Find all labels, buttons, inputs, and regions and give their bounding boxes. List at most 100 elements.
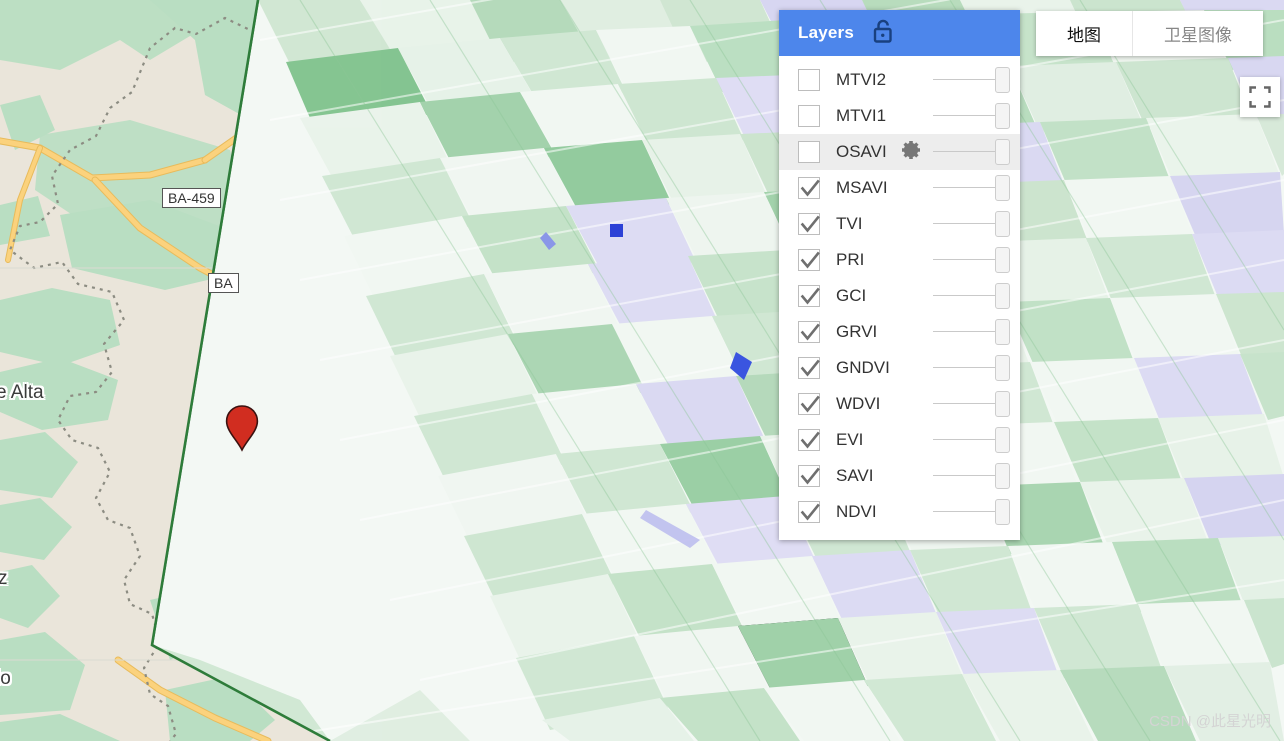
layer-row-tvi[interactable]: TVI — [779, 206, 1020, 242]
slider-thumb[interactable] — [995, 103, 1010, 129]
layer-checkbox-tvi[interactable] — [798, 213, 820, 235]
layers-panel-header: Layers — [779, 10, 1020, 56]
place-label-lo: lo — [0, 668, 11, 689]
slider-thumb[interactable] — [995, 319, 1010, 345]
layer-row-grvi[interactable]: GRVI — [779, 314, 1020, 350]
road-shield-ba459: BA-459 — [162, 188, 221, 208]
layer-checkbox-msavi[interactable] — [798, 177, 820, 199]
layer-opacity-slider-tvi[interactable] — [933, 211, 1010, 237]
road-shield-ba: BA — [208, 273, 239, 293]
layer-row-mtvi2[interactable]: MTVI2 — [779, 62, 1020, 98]
layer-row-pri[interactable]: PRI — [779, 242, 1020, 278]
layer-row-evi[interactable]: EVI — [779, 422, 1020, 458]
layer-label: MTVI1 — [836, 106, 887, 125]
satellite-raster-overlay — [152, 0, 1284, 741]
slider-track — [933, 331, 995, 332]
map-vector-layer — [0, 0, 1284, 741]
layer-label: MTVI2 — [836, 70, 887, 89]
slider-track — [933, 115, 995, 116]
layer-row-msavi[interactable]: MSAVI — [779, 170, 1020, 206]
layer-opacity-slider-osavi[interactable] — [933, 139, 1010, 165]
unlock-icon[interactable] — [872, 18, 896, 49]
layer-checkbox-mtvi1[interactable] — [798, 105, 820, 127]
layer-label: NDVI — [836, 502, 877, 521]
layer-row-gndvi[interactable]: GNDVI — [779, 350, 1020, 386]
layer-checkbox-evi[interactable] — [798, 429, 820, 451]
slider-track — [933, 295, 995, 296]
slider-track — [933, 367, 995, 368]
slider-track — [933, 475, 995, 476]
map-type-map-button[interactable]: 地图 — [1036, 11, 1132, 56]
layer-row-mtvi1[interactable]: MTVI1 — [779, 98, 1020, 134]
slider-thumb[interactable] — [995, 499, 1010, 525]
layer-checkbox-gndvi[interactable] — [798, 357, 820, 379]
slider-track — [933, 187, 995, 188]
layer-opacity-slider-evi[interactable] — [933, 427, 1010, 453]
slider-thumb[interactable] — [995, 355, 1010, 381]
app-root: BA-459 BA e Alta z lo Layers MTV — [0, 0, 1284, 741]
watermark: CSDN @此星光明 — [1149, 713, 1271, 730]
layer-opacity-slider-gci[interactable] — [933, 283, 1010, 309]
layer-label: PRI — [836, 250, 865, 269]
map-canvas[interactable]: BA-459 BA e Alta z lo — [0, 0, 1284, 741]
layer-label: WDVI — [836, 394, 881, 413]
layer-opacity-slider-mtvi1[interactable] — [933, 103, 1010, 129]
layer-checkbox-wdvi[interactable] — [798, 393, 820, 415]
layer-label: MSAVI — [836, 178, 888, 197]
layer-label: EVI — [836, 430, 864, 449]
layer-label: GRVI — [836, 322, 878, 341]
slider-thumb[interactable] — [995, 247, 1010, 273]
slider-thumb[interactable] — [995, 463, 1010, 489]
panel-title: Layers — [798, 23, 855, 42]
gear-icon[interactable] — [899, 138, 923, 167]
slider-track — [933, 511, 995, 512]
layer-checkbox-pri[interactable] — [798, 249, 820, 271]
layer-row-osavi[interactable]: OSAVI — [779, 134, 1020, 170]
place-label-z: z — [0, 568, 8, 589]
slider-thumb[interactable] — [995, 283, 1010, 309]
slider-thumb[interactable] — [995, 391, 1010, 417]
layer-opacity-slider-grvi[interactable] — [933, 319, 1010, 345]
layer-row-ndvi[interactable]: NDVI — [779, 494, 1020, 530]
slider-thumb[interactable] — [995, 139, 1010, 165]
layer-opacity-slider-wdvi[interactable] — [933, 391, 1010, 417]
layer-label: OSAVI — [836, 142, 887, 161]
layer-label: TVI — [836, 214, 863, 233]
layer-checkbox-savi[interactable] — [798, 465, 820, 487]
slider-track — [933, 439, 995, 440]
layer-label: GNDVI — [836, 358, 890, 377]
slider-track — [933, 223, 995, 224]
place-label-alta: e Alta — [0, 382, 44, 403]
slider-track — [933, 259, 995, 260]
fullscreen-expand-icon — [1249, 86, 1271, 108]
location-marker-icon[interactable] — [225, 404, 259, 452]
layer-row-gci[interactable]: GCI — [779, 278, 1020, 314]
slider-thumb[interactable] — [995, 211, 1010, 237]
slider-thumb[interactable] — [995, 175, 1010, 201]
slider-thumb[interactable] — [995, 427, 1010, 453]
layers-panel: Layers MTVI2 MTVI1 OSAVI MSAVI TVI PRI GCI GRVI… — [779, 10, 1020, 540]
layer-checkbox-ndvi[interactable] — [798, 501, 820, 523]
layer-opacity-slider-gndvi[interactable] — [933, 355, 1010, 381]
layer-row-savi[interactable]: SAVI — [779, 458, 1020, 494]
fullscreen-button[interactable] — [1240, 77, 1280, 117]
layer-label: GCI — [836, 286, 867, 305]
layer-opacity-slider-savi[interactable] — [933, 463, 1010, 489]
layer-checkbox-gci[interactable] — [798, 285, 820, 307]
slider-track — [933, 79, 995, 80]
slider-track — [933, 151, 995, 152]
map-type-satellite-button[interactable]: 卫星图像 — [1132, 11, 1263, 56]
layer-label: SAVI — [836, 466, 874, 485]
layer-opacity-slider-mtvi2[interactable] — [933, 67, 1010, 93]
layer-opacity-slider-msavi[interactable] — [933, 175, 1010, 201]
map-type-switcher: 地图 卫星图像 — [1036, 11, 1263, 56]
slider-thumb[interactable] — [995, 67, 1010, 93]
layer-opacity-slider-ndvi[interactable] — [933, 499, 1010, 525]
layer-checkbox-mtvi2[interactable] — [798, 69, 820, 91]
layers-list: MTVI2 MTVI1 OSAVI MSAVI TVI PRI GCI GRVI GNDVI WD… — [779, 56, 1020, 540]
slider-track — [933, 403, 995, 404]
layer-checkbox-osavi[interactable] — [798, 141, 820, 163]
layer-row-wdvi[interactable]: WDVI — [779, 386, 1020, 422]
layer-opacity-slider-pri[interactable] — [933, 247, 1010, 273]
layer-checkbox-grvi[interactable] — [798, 321, 820, 343]
